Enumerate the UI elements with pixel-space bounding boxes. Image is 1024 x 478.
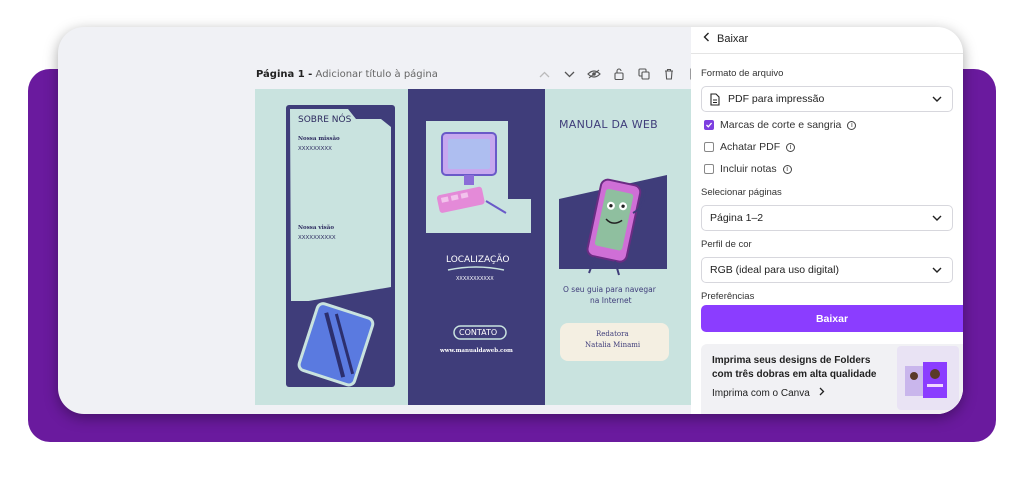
vision-label: Nossa visão xyxy=(298,225,334,231)
file-format-value: PDF para impressão xyxy=(728,93,825,105)
page-header[interactable]: Página 1 - Adicionar título à página xyxy=(256,69,438,80)
preferences-label[interactable]: Preferências xyxy=(701,291,754,302)
print-promo-card[interactable]: Imprima seus designs de Folders com três… xyxy=(701,344,963,414)
chevron-down-icon xyxy=(932,94,942,106)
writer-label: Redatora xyxy=(596,330,629,338)
download-panel: Baixar Formato de arquivo PDF para impre… xyxy=(691,27,963,414)
cover-title: MANUAL DA WEB xyxy=(559,118,659,131)
include-notes-label: Incluir notas xyxy=(720,163,777,175)
contact-title: CONTATO xyxy=(459,328,498,337)
chevron-right-icon xyxy=(819,387,825,399)
brochure-panel-location: LOCALIZAÇÃO XXXXXXXXXXX CONTATO www.manu… xyxy=(408,89,545,405)
file-format-label: Formato de arquivo xyxy=(701,68,784,79)
cover-tagline-2: na Internet xyxy=(590,296,632,305)
file-format-select[interactable]: PDF para impressão xyxy=(701,86,953,112)
hide-page-icon[interactable] xyxy=(586,67,602,81)
duplicate-icon[interactable] xyxy=(636,67,652,81)
trash-icon[interactable] xyxy=(661,67,677,81)
promo-thumbnail xyxy=(897,346,959,410)
crop-marks-checkbox[interactable] xyxy=(704,120,714,130)
promo-link[interactable]: Imprima com o Canva xyxy=(712,387,825,399)
download-button[interactable]: Baixar xyxy=(701,305,963,332)
pages-label: Selecionar páginas xyxy=(701,187,782,198)
chevron-down-icon[interactable] xyxy=(561,67,577,81)
writer-name: Natalia Minami xyxy=(585,341,641,349)
page-title: Página 1 - xyxy=(256,69,313,80)
color-profile-label: Perfil de cor xyxy=(701,239,752,250)
page-title-input[interactable]: Adicionar título à página xyxy=(316,69,438,80)
cover-tagline-1: O seu guia para navegar xyxy=(563,285,656,294)
option-crop-marks[interactable]: Marcas de corte e sangria i xyxy=(704,119,857,131)
flatten-pdf-label: Achatar PDF xyxy=(720,141,781,153)
info-icon[interactable]: i xyxy=(847,120,857,130)
color-profile-select[interactable]: RGB (ideal para uso digital) xyxy=(701,257,953,283)
pages-select[interactable]: Página 1–2 xyxy=(701,205,953,231)
chevron-up-icon[interactable] xyxy=(536,67,552,81)
promo-link-label: Imprima com o Canva xyxy=(712,388,810,399)
chevron-left-icon xyxy=(703,32,710,45)
back-button[interactable]: Baixar xyxy=(703,32,748,45)
lock-icon[interactable] xyxy=(611,67,627,81)
crop-marks-label: Marcas de corte e sangria xyxy=(720,119,842,131)
pages-value: Página 1–2 xyxy=(710,212,764,224)
include-notes-checkbox[interactable] xyxy=(704,164,714,174)
brochure-panel-about: SOBRE NÓS Nossa missão XXXXXXXXX Nossa v… xyxy=(255,89,408,405)
panel-title: Baixar xyxy=(717,32,749,45)
option-include-notes[interactable]: Incluir notas i xyxy=(704,163,792,175)
about-title: SOBRE NÓS xyxy=(298,115,352,125)
chevron-down-icon xyxy=(932,213,942,225)
header-divider xyxy=(691,53,963,54)
promo-title: Imprima seus designs de Folders com três… xyxy=(712,355,877,380)
info-icon[interactable]: i xyxy=(782,164,792,174)
pdf-file-icon xyxy=(710,92,720,106)
location-value: XXXXXXXXXXX xyxy=(456,276,494,282)
vision-value: XXXXXXXXXX xyxy=(298,235,336,241)
canva-editor-window: Página 1 - Adicionar título à página SOB… xyxy=(58,27,963,414)
design-canvas[interactable]: SOBRE NÓS Nossa missão XXXXXXXXX Nossa v… xyxy=(255,89,705,405)
page-toolbar xyxy=(536,67,702,81)
color-profile-value: RGB (ideal para uso digital) xyxy=(710,264,839,276)
flatten-pdf-checkbox[interactable] xyxy=(704,142,714,152)
brochure-panel-cover: MANUAL DA WEB O seu guia para navegar na… xyxy=(545,89,705,405)
info-icon[interactable]: i xyxy=(786,142,796,152)
option-flatten-pdf[interactable]: Achatar PDF i xyxy=(704,141,796,153)
location-title: LOCALIZAÇÃO xyxy=(446,255,510,265)
chevron-down-icon xyxy=(932,265,942,277)
mission-value: XXXXXXXXX xyxy=(298,146,332,152)
mission-label: Nossa missão xyxy=(298,136,340,142)
contact-site: www.manualdaweb.com xyxy=(440,348,513,354)
